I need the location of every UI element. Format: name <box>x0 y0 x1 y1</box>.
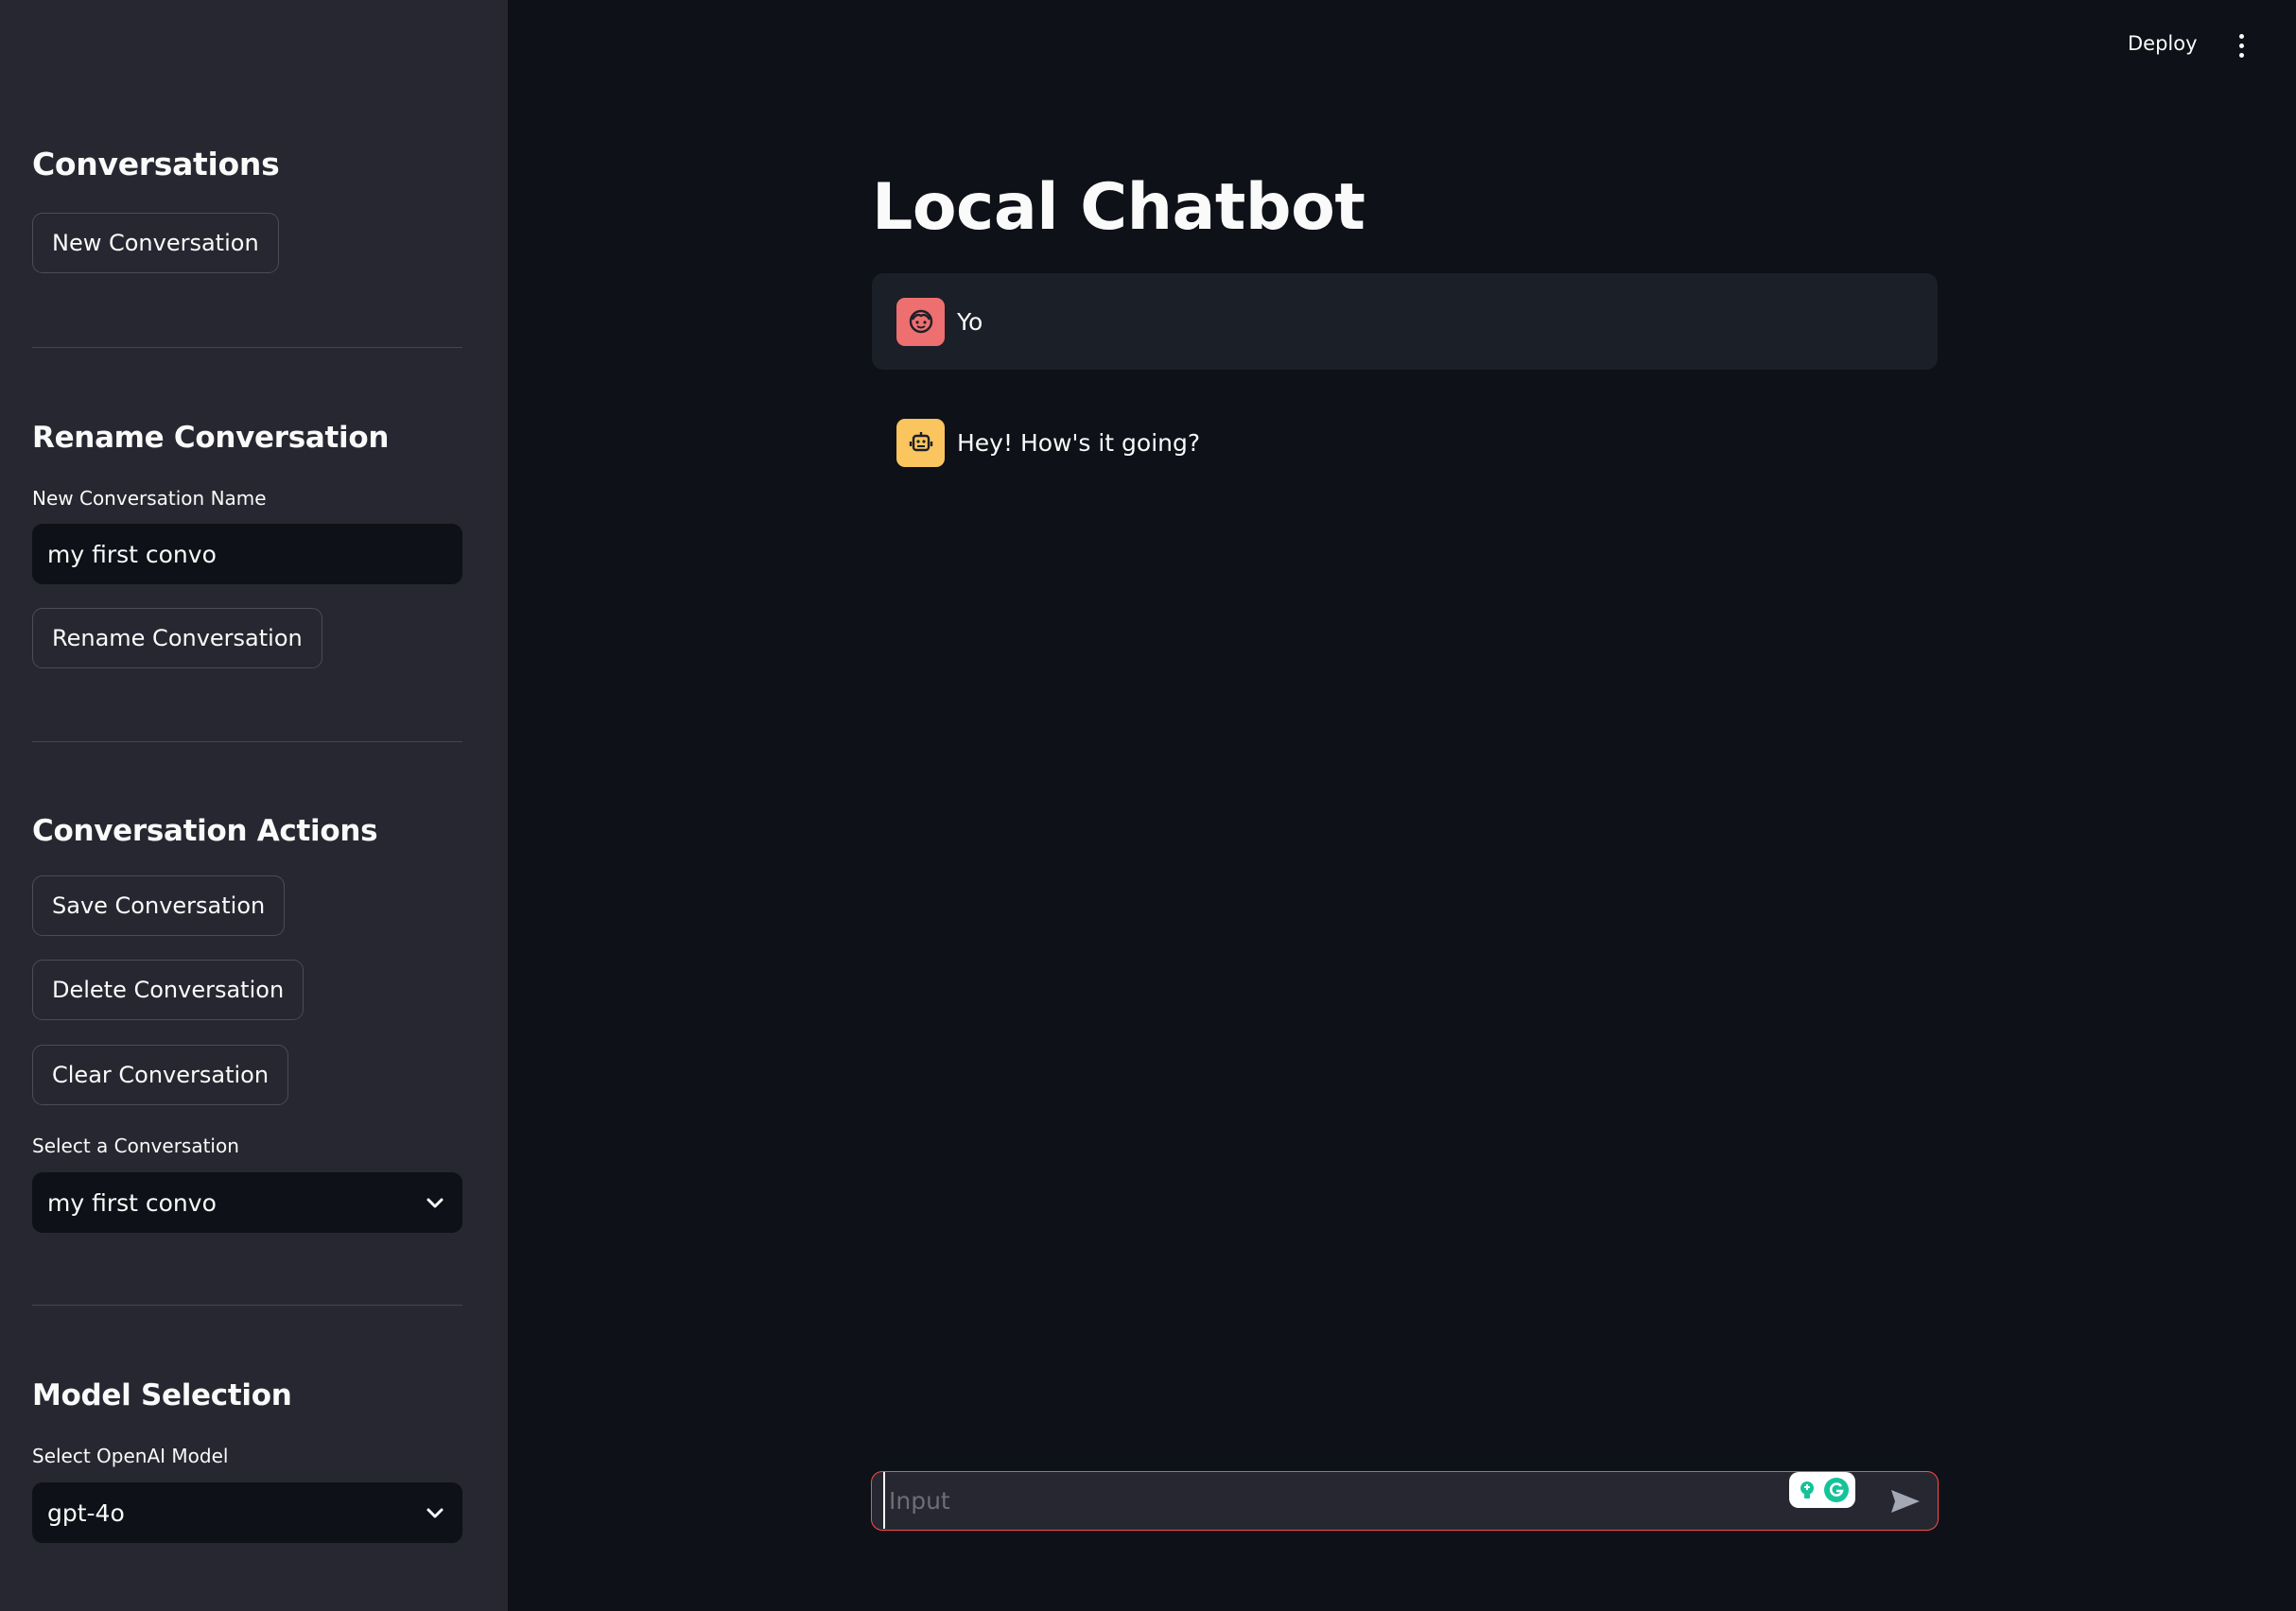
sidebar-divider <box>32 1305 462 1306</box>
select-conversation-dropdown[interactable]: my first convo <box>32 1172 462 1233</box>
rename-heading: Rename Conversation <box>32 421 390 455</box>
rename-field-label: New Conversation Name <box>32 487 267 510</box>
user-face-icon <box>896 297 945 346</box>
rename-conversation-button[interactable]: Rename Conversation <box>32 608 322 668</box>
conversation-actions-heading: Conversation Actions <box>32 814 378 848</box>
chat-input-container <box>871 1471 1939 1531</box>
grammarly-widget[interactable] <box>1789 1472 1855 1508</box>
app-root: Conversations New Conversation Rename Co… <box>0 0 2296 1611</box>
chat-message-text: Hey! How's it going? <box>957 428 1201 457</box>
select-conversation-label: Select a Conversation <box>32 1135 239 1157</box>
chat-message-assistant: Hey! How's it going? <box>872 394 1938 491</box>
select-conversation-value: my first convo <box>47 1188 217 1217</box>
page-title: Local Chatbot <box>872 170 1365 245</box>
model-selection-heading: Model Selection <box>32 1378 292 1412</box>
sidebar: Conversations New Conversation Rename Co… <box>0 0 508 1611</box>
chevron-down-icon <box>423 1500 447 1525</box>
rename-conversation-input[interactable] <box>32 524 462 584</box>
new-conversation-button[interactable]: New Conversation <box>32 213 279 273</box>
sidebar-divider <box>32 741 462 742</box>
chat-input[interactable] <box>883 1472 1715 1529</box>
chat-message-user: Yo <box>872 273 1938 370</box>
delete-conversation-button[interactable]: Delete Conversation <box>32 960 304 1020</box>
grammarly-g-icon <box>1823 1478 1849 1502</box>
select-model-value: gpt-4o <box>47 1498 125 1527</box>
robot-icon <box>896 418 945 467</box>
send-icon[interactable] <box>1889 1487 1922 1516</box>
conversations-heading: Conversations <box>32 146 280 182</box>
lightbulb-icon <box>1800 1481 1814 1498</box>
chevron-down-icon <box>423 1190 447 1215</box>
select-model-label: Select OpenAI Model <box>32 1445 229 1467</box>
select-model-dropdown[interactable]: gpt-4o <box>32 1482 462 1543</box>
chat-message-text: Yo <box>957 307 983 336</box>
kebab-menu-icon[interactable] <box>2235 34 2248 62</box>
clear-conversation-button[interactable]: Clear Conversation <box>32 1045 289 1105</box>
save-conversation-button[interactable]: Save Conversation <box>32 875 286 936</box>
deploy-button[interactable]: Deploy <box>2128 32 2198 55</box>
sidebar-divider <box>32 347 462 348</box>
